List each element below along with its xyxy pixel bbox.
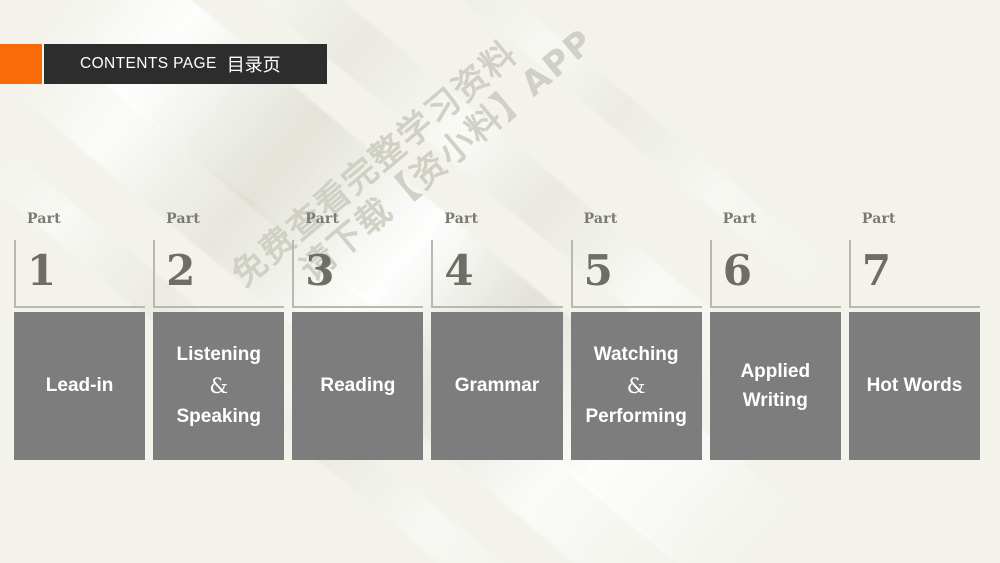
ampersand-glyph: & — [626, 373, 646, 398]
part-section-line: Performing — [585, 406, 687, 428]
part-section-line: Lead-in — [45, 375, 114, 397]
part-number: 5 — [583, 246, 613, 295]
part-number-bracket: Part 7 — [848, 211, 980, 308]
part-section-label: Watching & Performing — [585, 340, 686, 431]
part-section-label: Reading — [320, 371, 395, 400]
part-number: 4 — [444, 246, 474, 295]
part-label: Part — [166, 211, 201, 227]
part-section-card[interactable]: Lead-in — [14, 312, 146, 460]
part-column: Part 1 Lead-in — [14, 211, 146, 460]
part-section-line: Applied — [740, 360, 811, 382]
part-column: Part 4 Grammar — [431, 211, 563, 460]
part-column: Part 7 Hot Words — [848, 211, 980, 460]
header-accent-block — [0, 44, 42, 84]
part-section-card[interactable]: Reading — [292, 312, 424, 460]
part-number-bracket: Part 4 — [431, 211, 563, 308]
part-column: Part 2 Listening & Speaking — [153, 211, 285, 460]
part-number-bracket: Part 3 — [292, 211, 424, 308]
part-number: 6 — [722, 246, 752, 295]
part-section-card[interactable]: Applied Writing — [709, 312, 841, 460]
part-number-bracket: Part 1 — [14, 211, 146, 308]
contents-parts-grid: Part 1 Lead-in Part 2 Listening & Speaking Part 3… — [14, 211, 980, 460]
part-column: Part 5 Watching & Performing — [570, 211, 702, 460]
part-section-line: Writing — [742, 390, 808, 411]
part-label: Part — [583, 211, 618, 227]
part-label: Part — [861, 211, 896, 227]
part-section-label: Applied Writing — [740, 357, 810, 416]
page-title-english: CONTENTS PAGE — [80, 55, 217, 72]
part-section-line: Watching — [593, 344, 679, 366]
part-label: Part — [444, 211, 479, 227]
part-label: Part — [27, 211, 61, 227]
part-section-line: Listening — [176, 344, 261, 366]
part-section-card[interactable]: Grammar — [431, 312, 563, 460]
part-section-card[interactable]: Watching & Performing — [570, 312, 702, 460]
header-title-bar: CONTENTS PAGE 目录页 — [44, 44, 327, 84]
part-column: Part 3 Reading — [292, 211, 424, 460]
part-column: Part 6 Applied Writing — [709, 211, 841, 460]
part-number: 3 — [305, 246, 335, 295]
part-number-bracket: Part 5 — [570, 211, 702, 308]
part-label: Part — [305, 211, 340, 227]
page-title-chinese: 目录页 — [226, 55, 281, 76]
part-section-label: Lead-in — [46, 371, 114, 400]
part-section-line: Reading — [320, 375, 396, 397]
contents-page-header: CONTENTS PAGE 目录页 — [0, 44, 327, 84]
part-number: 2 — [166, 246, 196, 295]
part-section-label: Listening & Speaking — [176, 340, 260, 431]
part-section-card[interactable]: Listening & Speaking — [153, 312, 285, 460]
part-section-card[interactable]: Hot Words — [848, 312, 980, 460]
part-section-line: Hot Words — [866, 375, 963, 397]
part-number-bracket: Part 2 — [153, 211, 285, 308]
part-number: 7 — [861, 246, 892, 295]
part-label: Part — [722, 211, 757, 227]
part-number-bracket: Part 6 — [709, 211, 841, 308]
part-section-line: Speaking — [176, 406, 261, 428]
part-section-label: Hot Words — [867, 371, 963, 400]
ampersand-glyph: & — [209, 373, 229, 398]
part-number: 1 — [27, 246, 57, 295]
part-section-line: Grammar — [454, 375, 540, 397]
part-section-label: Grammar — [455, 371, 540, 400]
